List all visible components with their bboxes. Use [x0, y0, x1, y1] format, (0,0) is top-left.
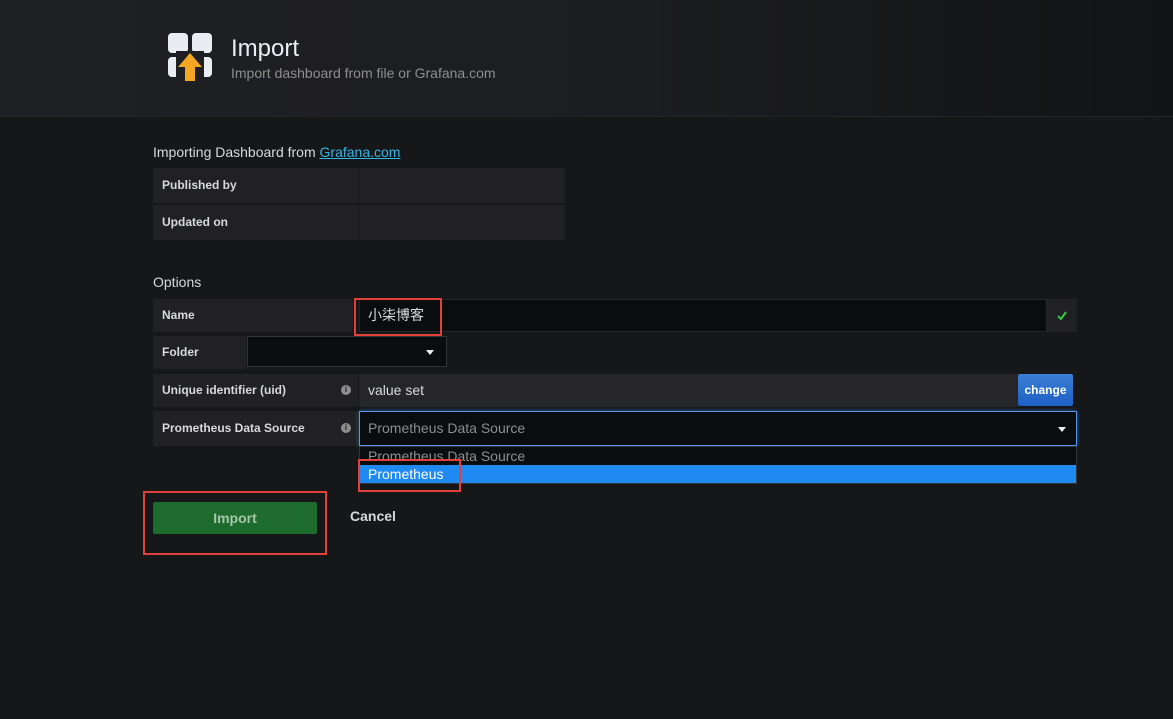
updated-on-label: Updated on — [153, 205, 358, 240]
info-icon[interactable]: i — [341, 385, 351, 395]
name-input[interactable]: 小柒博客 — [359, 299, 1047, 332]
import-source-heading: Importing Dashboard from Grafana.com — [153, 144, 400, 160]
folder-select[interactable] — [247, 336, 447, 367]
folder-label: Folder — [153, 336, 246, 369]
change-uid-button[interactable]: change — [1018, 374, 1073, 406]
checkmark-icon — [1057, 311, 1067, 320]
dashboard-import-icon — [168, 33, 212, 81]
name-label: Name — [153, 299, 353, 332]
grafana-com-link[interactable]: Grafana.com — [320, 144, 401, 160]
page-title: Import — [231, 35, 300, 62]
uid-label-text: Unique identifier (uid) — [162, 383, 286, 397]
name-valid-indicator — [1047, 299, 1077, 332]
import-source-prefix: Importing Dashboard from — [153, 144, 316, 160]
options-heading: Options — [153, 274, 202, 290]
cancel-button[interactable]: Cancel — [350, 508, 396, 524]
caret-down-icon — [426, 350, 434, 355]
published-by-value — [359, 168, 565, 203]
updated-on-value — [359, 205, 565, 240]
datasource-label: Prometheus Data Source i — [153, 411, 358, 446]
page-subtitle: Import dashboard from file or Grafana.co… — [231, 65, 496, 81]
datasource-option-prometheus[interactable]: Prometheus — [360, 465, 1076, 483]
annotation-highlight-name — [354, 298, 442, 336]
uid-label: Unique identifier (uid) i — [153, 374, 358, 407]
datasource-select[interactable]: Prometheus Data Source — [359, 411, 1077, 446]
uid-value: value set — [359, 374, 1018, 407]
info-icon[interactable]: i — [341, 423, 351, 433]
published-by-label: Published by — [153, 168, 358, 203]
datasource-label-text: Prometheus Data Source — [162, 421, 305, 435]
caret-down-icon — [1058, 427, 1066, 432]
annotation-highlight-import — [143, 491, 327, 555]
datasource-option[interactable]: Prometheus Data Source — [360, 447, 1076, 465]
page-header: Import Import dashboard from file or Gra… — [0, 0, 1173, 117]
annotation-highlight-datasource — [358, 459, 461, 492]
datasource-select-placeholder: Prometheus Data Source — [368, 420, 526, 436]
datasource-dropdown-menu: Prometheus Data Source Prometheus — [359, 446, 1077, 484]
